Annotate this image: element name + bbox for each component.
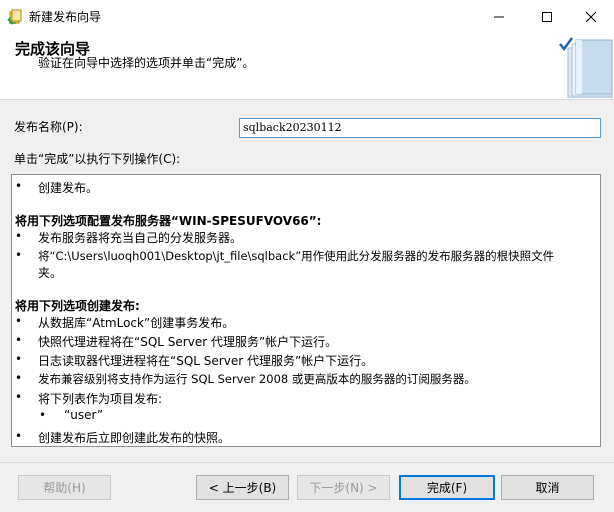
footer-divider bbox=[0, 462, 614, 463]
section-title-publisher: 将用下列选项配置发布服务器“WIN-SPESUFVOV66”: bbox=[15, 214, 322, 228]
actions-summary-box[interactable]: • 创建发布。 将用下列选项配置发布服务器“WIN-SPESUFVOV66”: … bbox=[11, 174, 601, 447]
close-icon bbox=[585, 11, 597, 22]
title-bar: 新建发布向导 bbox=[0, 0, 614, 33]
minimize-button[interactable] bbox=[476, 0, 522, 33]
publication-name-input[interactable]: sqlback20230112 bbox=[239, 118, 601, 138]
publication-name-label: 发布名称(P): bbox=[14, 120, 83, 134]
page-subtitle: 验证在向导中选择的选项并单击“完成”。 bbox=[38, 56, 255, 70]
close-button[interactable] bbox=[568, 0, 614, 33]
wizard-book-icon bbox=[559, 37, 613, 98]
window-title: 新建发布向导 bbox=[29, 10, 102, 24]
section-title-publication: 将用下列选项创建发布: bbox=[15, 299, 140, 313]
actions-label: 单击“完成”以执行下列操作(C): bbox=[14, 152, 181, 166]
minimize-icon bbox=[494, 16, 504, 17]
cancel-button[interactable]: 取消 bbox=[501, 475, 594, 500]
next-button[interactable]: 下一步(N) > bbox=[297, 475, 390, 500]
help-button[interactable]: 帮助(H) bbox=[18, 475, 111, 500]
maximize-button[interactable] bbox=[524, 0, 570, 33]
wizard-app-icon bbox=[7, 9, 23, 25]
wizard-header: 完成该向导 验证在向导中选择的选项并单击“完成”。 bbox=[0, 33, 614, 100]
back-button[interactable]: < 上一步(B) bbox=[196, 475, 289, 500]
maximize-icon bbox=[542, 11, 552, 22]
finish-button[interactable]: 完成(F) bbox=[399, 475, 495, 500]
